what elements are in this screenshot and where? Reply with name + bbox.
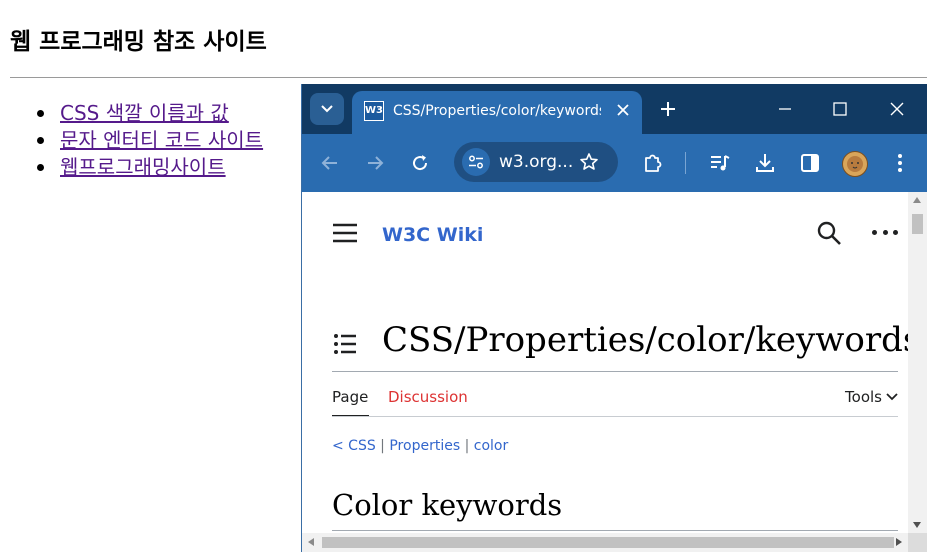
scroll-up-icon[interactable] (913, 197, 921, 203)
puzzle-icon (645, 154, 662, 172)
list-item: 문자 엔터티 코드 사이트 (36, 127, 263, 154)
browser-toolbar: w3.org... (302, 134, 927, 192)
page-content: W3C Wiki CSS/Properties/color/keywords P… (302, 192, 908, 533)
wiki-logo[interactable]: W3C Wiki (382, 224, 483, 246)
avatar-face-icon (847, 156, 863, 172)
vertical-scrollbar[interactable] (908, 192, 927, 533)
forward-button[interactable] (363, 151, 387, 175)
media-queue-icon (711, 155, 730, 171)
list-item: 웹프로그래밍사이트 (36, 154, 263, 181)
reload-icon (413, 155, 428, 171)
search-icon[interactable] (816, 220, 842, 246)
close-icon (617, 104, 629, 116)
breadcrumb-separator: | (460, 438, 474, 454)
horizontal-scrollbar[interactable] (302, 533, 908, 552)
kebab-menu-icon (898, 154, 902, 172)
star-icon (580, 153, 598, 170)
breadcrumb-color[interactable]: color (474, 438, 508, 454)
site-info-button[interactable] (462, 148, 490, 176)
title-bar: W3 CSS/Properties/color/keywords (302, 84, 927, 134)
address-bar[interactable]: w3.org... (454, 142, 618, 182)
toolbar-separator (685, 152, 686, 174)
vertical-scroll-thumb[interactable] (912, 214, 923, 234)
downloads-button[interactable] (753, 151, 777, 175)
minimize-icon (779, 108, 791, 110)
page-title: 웹 프로그래밍 참조 사이트 (10, 29, 267, 55)
media-controls-button[interactable] (708, 151, 732, 175)
link-list: CSS 색깔 이름과 값 문자 엔터티 코드 사이트 웹프로그래밍사이트 (36, 100, 263, 181)
plus-icon (661, 102, 675, 116)
close-icon (890, 102, 904, 116)
forward-arrow-icon (368, 156, 384, 170)
table-of-contents-icon[interactable] (333, 333, 357, 355)
list-item: CSS 색깔 이름과 값 (36, 100, 263, 127)
breadcrumb-separator: | (375, 438, 390, 454)
breadcrumb: < CSS | Properties | color (332, 438, 508, 454)
scroll-down-icon[interactable] (913, 522, 921, 528)
tab-title: CSS/Properties/color/keywords (393, 103, 601, 119)
page-tabs: Page Discussion Tools (332, 388, 898, 417)
breadcrumb-properties[interactable]: Properties (389, 438, 460, 454)
horizontal-rule (10, 77, 927, 78)
extensions-button[interactable] (641, 151, 665, 175)
maximize-button[interactable] (830, 99, 850, 119)
chevron-down-icon (886, 393, 898, 401)
link-web-programming[interactable]: 웹프로그래밍사이트 (60, 155, 226, 179)
back-button[interactable] (318, 151, 342, 175)
page-heading: CSS/Properties/color/keywords (382, 320, 908, 360)
minimize-button[interactable] (775, 99, 795, 119)
section-divider (332, 530, 898, 531)
browser-window: W3 CSS/Properties/color/keywords w3.org.… (301, 84, 927, 552)
tune-icon (469, 155, 483, 169)
url-text: w3.org... (499, 152, 574, 172)
scroll-left-icon[interactable] (308, 538, 314, 546)
link-css-colors[interactable]: CSS 색깔 이름과 값 (60, 101, 229, 125)
section-heading: Color keywords (332, 488, 563, 522)
tabs-divider (332, 416, 898, 417)
tools-label: Tools (845, 388, 882, 406)
tools-dropdown[interactable]: Tools (845, 388, 898, 406)
browser-menu-button[interactable] (888, 151, 912, 175)
hamburger-menu-icon[interactable] (332, 222, 358, 244)
profile-avatar[interactable] (842, 151, 868, 177)
new-tab-button[interactable] (658, 99, 678, 119)
heading-divider (332, 371, 898, 372)
download-icon (756, 154, 774, 172)
maximize-icon (833, 102, 847, 116)
scroll-right-icon[interactable] (896, 538, 902, 546)
bookmark-button[interactable] (578, 151, 600, 173)
scrollbar-corner (908, 533, 927, 552)
breadcrumb-css[interactable]: < CSS (332, 438, 376, 454)
tab-discussion[interactable]: Discussion (388, 388, 468, 406)
more-options-icon[interactable] (872, 227, 898, 237)
side-panel-button[interactable] (798, 151, 822, 175)
close-window-button[interactable] (887, 99, 907, 119)
side-panel-icon (801, 154, 819, 172)
tab-page[interactable]: Page (332, 388, 368, 406)
back-arrow-icon (321, 156, 337, 170)
tab-search-button[interactable] (310, 93, 344, 125)
link-entity-codes[interactable]: 문자 엔터티 코드 사이트 (60, 128, 263, 152)
horizontal-scroll-thumb[interactable] (322, 537, 894, 548)
tab-close-button[interactable] (614, 101, 632, 119)
chevron-down-icon (321, 105, 333, 113)
browser-tab[interactable]: W3 CSS/Properties/color/keywords (352, 91, 642, 134)
w3c-favicon-icon: W3 (364, 101, 384, 121)
reload-button[interactable] (408, 151, 432, 175)
